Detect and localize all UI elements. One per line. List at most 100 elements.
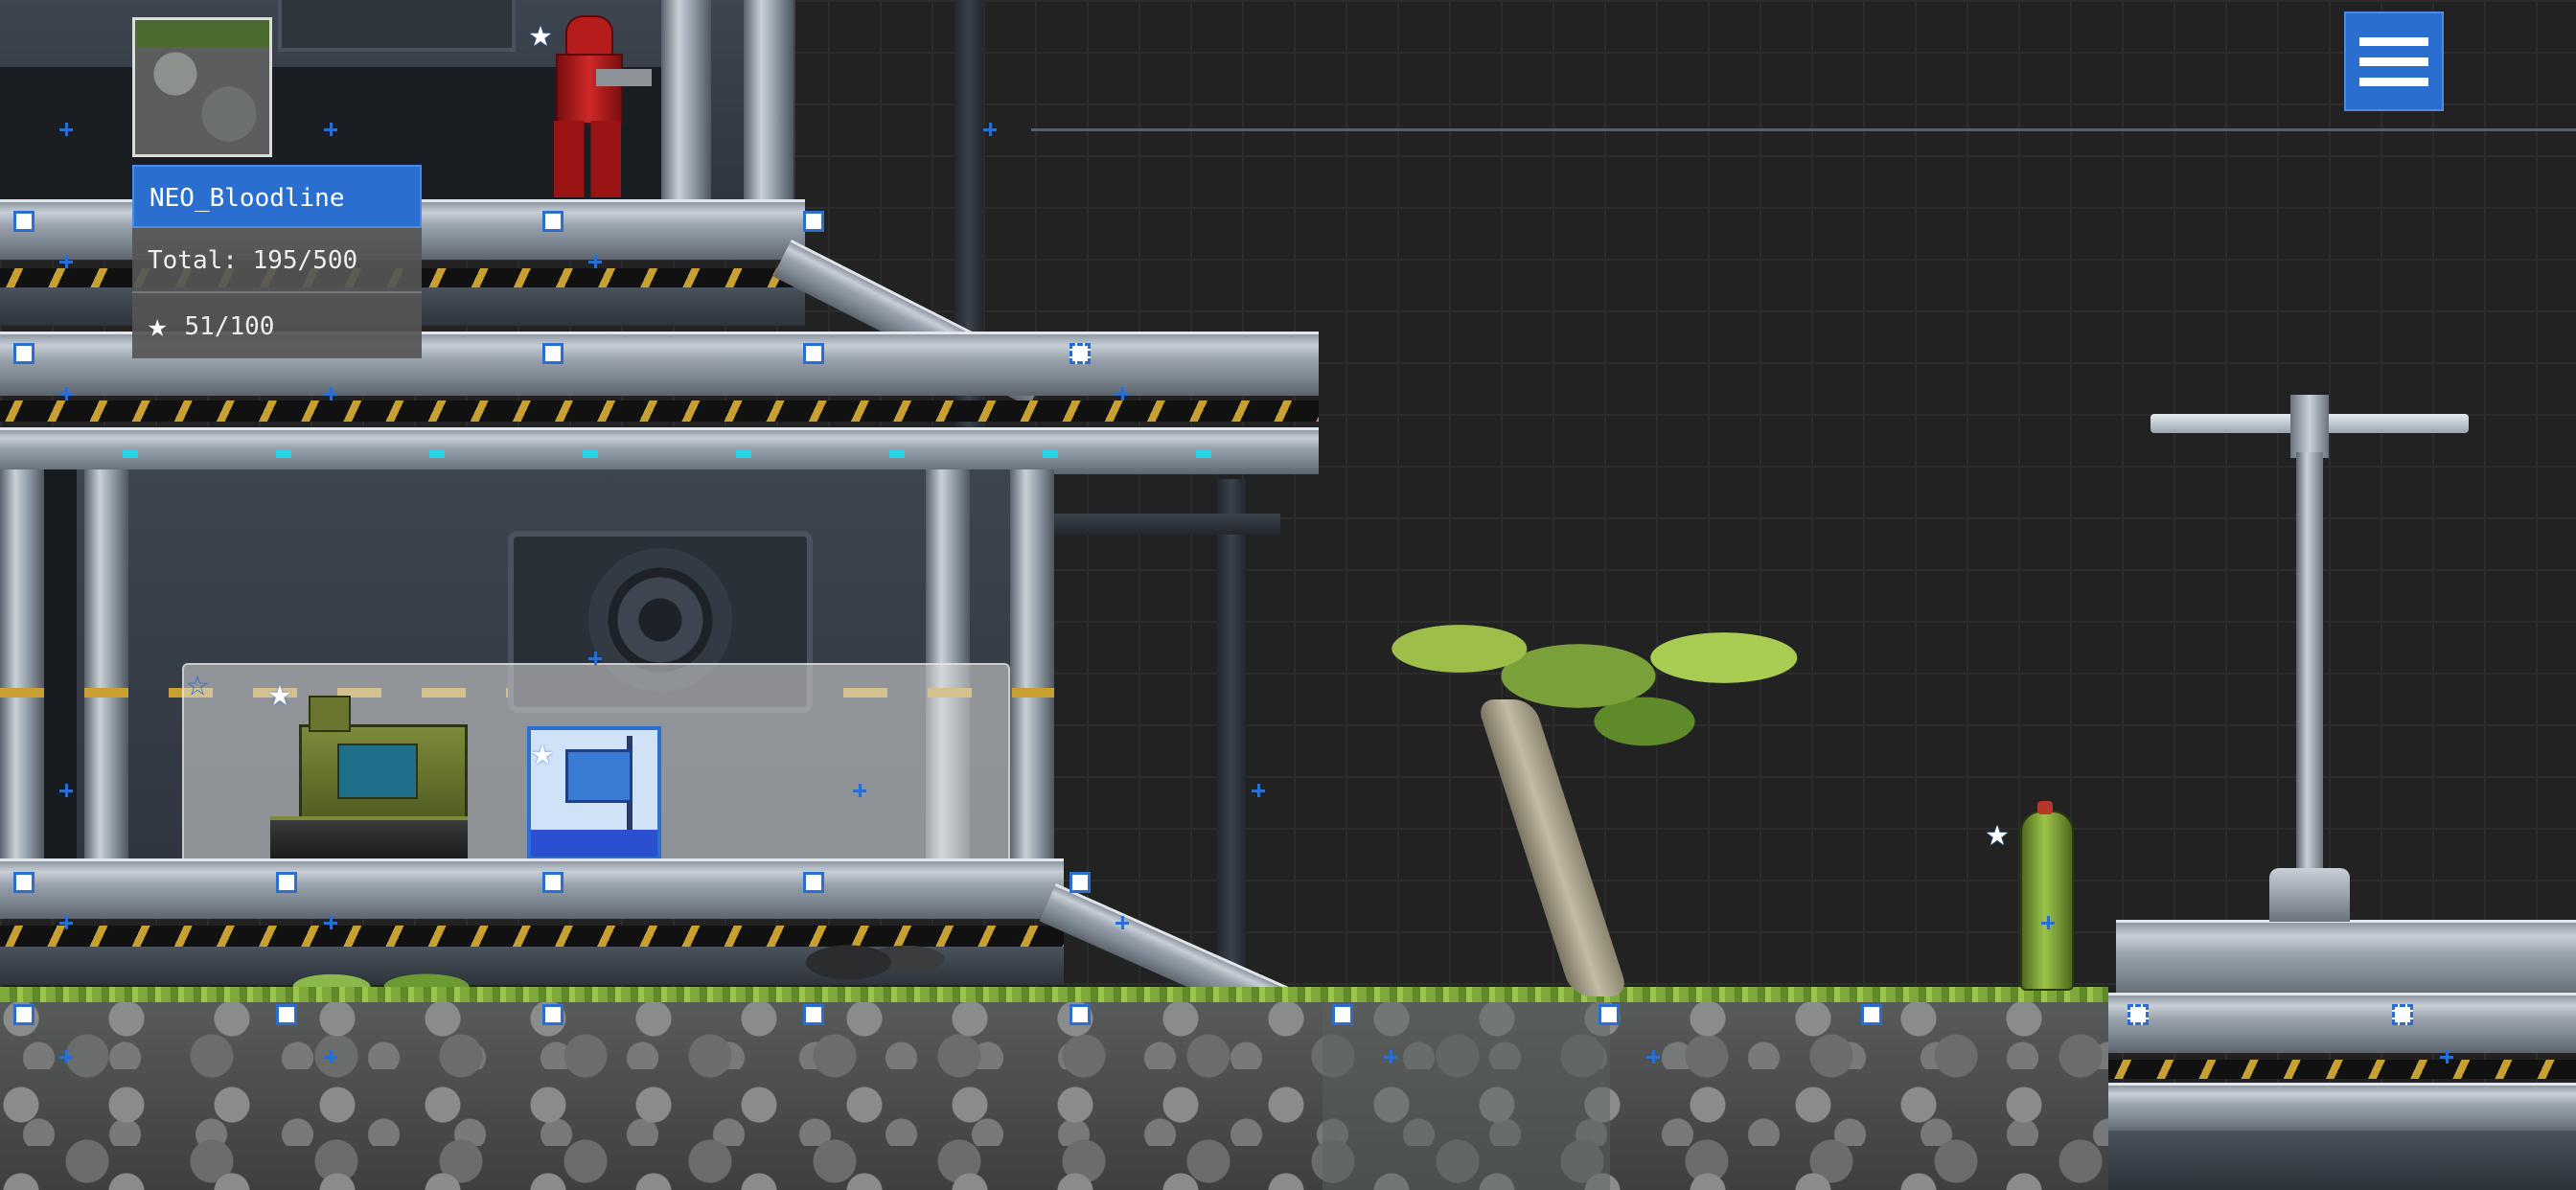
grid-marker[interactable] — [276, 1004, 297, 1025]
grid-marker[interactable] — [276, 872, 297, 893]
flag-base — [531, 830, 657, 857]
grid-cross-icon — [59, 123, 73, 136]
grid-marker[interactable] — [13, 872, 34, 893]
generator-top — [309, 696, 351, 732]
grid-cross-icon — [588, 652, 602, 665]
grid-marker[interactable] — [1598, 1004, 1620, 1025]
grid-marker[interactable] — [542, 211, 564, 232]
grid-cross-icon — [1252, 784, 1265, 797]
soldier-legs — [554, 121, 621, 197]
background-rail — [1031, 128, 2576, 131]
star-icon: ★ — [1986, 811, 2010, 855]
generator-tank[interactable] — [270, 696, 468, 858]
soldier-helmet — [565, 15, 613, 57]
pillar — [84, 469, 128, 862]
lamp-pole — [2296, 452, 2323, 874]
grid-cross-icon — [2041, 916, 2055, 929]
star-icon: ★ — [268, 671, 292, 715]
grid-cross-icon — [324, 387, 337, 400]
menu-bar — [2359, 36, 2428, 46]
grid-marker[interactable] — [1861, 1004, 1882, 1025]
dark-boulders — [792, 920, 954, 991]
soldier-torso — [556, 54, 623, 125]
star-icon: ★ — [529, 11, 553, 56]
grid-cross-icon — [983, 123, 997, 136]
cyan-lights — [0, 450, 1319, 458]
star-icon: ★ — [531, 730, 555, 774]
total-label: Total: — [148, 246, 238, 275]
grid-cross-icon — [1116, 916, 1129, 929]
metal-platform — [0, 858, 1064, 919]
grid-marker[interactable] — [13, 211, 34, 232]
hazard-stripe — [0, 400, 1319, 422]
platform-underside — [2108, 1131, 2576, 1190]
grid-marker-selected[interactable] — [1070, 343, 1091, 364]
street-lamp[interactable] — [2147, 395, 2472, 931]
player-name[interactable]: NEO_Bloodline — [132, 165, 422, 228]
grid-cross-icon — [324, 1050, 337, 1064]
gas-canister[interactable] — [2020, 801, 2074, 991]
grid-cross-icon — [59, 784, 73, 797]
pillar — [744, 0, 794, 201]
metal-platform — [2108, 993, 2576, 1053]
menu-bar — [2359, 57, 2428, 66]
grid-cross-icon — [59, 387, 73, 400]
tree-foliage — [1380, 594, 1821, 776]
platform-lower-rail — [2108, 1083, 2576, 1133]
lamp-head — [2290, 395, 2329, 458]
grid-marker[interactable] — [803, 1004, 824, 1025]
rock-shadow-patch — [1322, 1002, 1610, 1190]
grid-cross-icon — [2440, 1050, 2453, 1064]
player-avatar[interactable] — [132, 17, 272, 157]
grid-marker[interactable] — [542, 1004, 564, 1025]
soldier-gun — [596, 69, 652, 86]
grid-marker[interactable] — [803, 211, 824, 232]
grid-marker-selected[interactable] — [2128, 1004, 2149, 1025]
player-total: Total: 195/500 — [132, 228, 422, 293]
star-outline-icon: ☆ — [186, 661, 210, 705]
grid-marker-selected[interactable] — [2392, 1004, 2413, 1025]
grid-marker[interactable] — [1332, 1004, 1353, 1025]
pillar — [661, 0, 711, 201]
window-frame — [278, 0, 516, 52]
grid-marker[interactable] — [542, 872, 564, 893]
grid-cross-icon — [588, 255, 602, 268]
background-pipe-horizontal — [1054, 514, 1280, 535]
grid-marker[interactable] — [803, 343, 824, 364]
moss-top — [0, 987, 2108, 1002]
grid-marker[interactable] — [803, 872, 824, 893]
lamp-platform-top — [2116, 920, 2576, 999]
star-icon: ★ — [148, 307, 168, 345]
grid-cross-icon — [324, 916, 337, 929]
pillar — [1010, 469, 1054, 862]
grid-cross-icon — [59, 916, 73, 929]
grid-cross-icon — [59, 1050, 73, 1064]
hamburger-menu-button[interactable] — [2344, 11, 2444, 111]
grid-cross-icon — [1384, 1050, 1397, 1064]
grid-cross-icon — [324, 123, 337, 136]
background-pipe — [1217, 479, 1246, 996]
bonsai-tree[interactable] — [1380, 594, 1821, 996]
grid-marker[interactable] — [542, 343, 564, 364]
canister-cap — [2037, 801, 2053, 814]
player-info-panel: NEO_Bloodline Total: 195/500 ★ 51/100 — [132, 165, 422, 358]
mossy-rock-ground — [0, 993, 2108, 1190]
flag-icon — [565, 749, 632, 803]
grid-marker[interactable] — [13, 343, 34, 364]
grid-cross-icon — [853, 784, 866, 797]
total-value: 195/500 — [252, 246, 358, 275]
grid-cross-icon — [1116, 387, 1129, 400]
middle-room-dark — [38, 469, 77, 862]
hazard-stripe — [2108, 1060, 2576, 1079]
level-editor-canvas[interactable]: ★ ★ ☆ ★ ★ NEO_Bloodline Total: 195/500 ★… — [0, 0, 2576, 1190]
player-stars: ★ 51/100 — [132, 293, 422, 358]
grid-cross-icon — [59, 255, 73, 268]
lamp-base — [2269, 868, 2350, 922]
grid-marker[interactable] — [1070, 1004, 1091, 1025]
grid-cross-icon — [1646, 1050, 1660, 1064]
grid-marker[interactable] — [13, 1004, 34, 1025]
pillar — [0, 469, 44, 862]
generator-base — [270, 816, 468, 858]
grid-marker[interactable] — [1070, 872, 1091, 893]
menu-bar — [2359, 77, 2428, 86]
